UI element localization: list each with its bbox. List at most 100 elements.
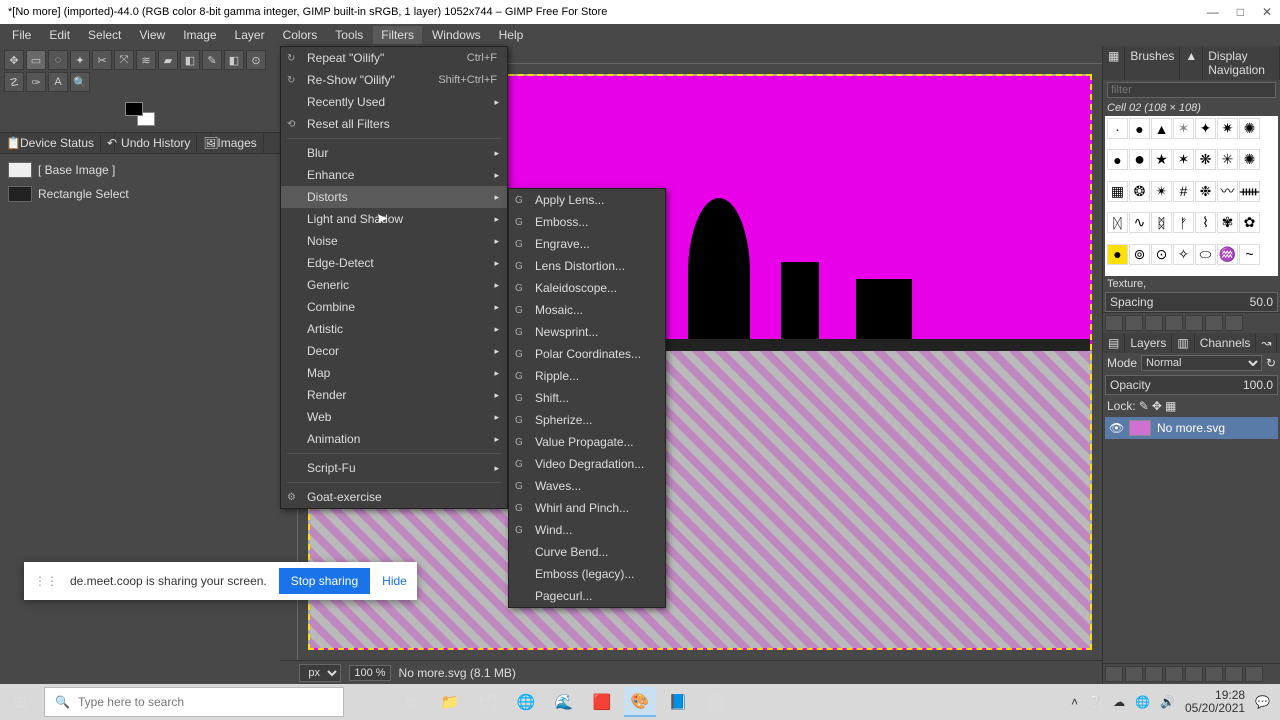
minimize-button[interactable]: — bbox=[1207, 5, 1219, 19]
unit-select[interactable]: px bbox=[299, 664, 341, 682]
menu-image[interactable]: Image bbox=[175, 26, 224, 44]
transform-tool[interactable]: ⤧ bbox=[114, 50, 134, 70]
menuitem-shift-[interactable]: GShift... bbox=[509, 387, 665, 409]
menuitem-reset-all-filters[interactable]: ⟲Reset all Filters bbox=[281, 113, 507, 135]
taskview-icon[interactable]: ⧉ bbox=[396, 687, 428, 717]
brushes-tab-icon[interactable]: ▦ bbox=[1103, 46, 1125, 80]
layers-tab[interactable]: Layers bbox=[1125, 333, 1172, 353]
menu-colors[interactable]: Colors bbox=[275, 26, 326, 44]
menuitem-newsprint-[interactable]: GNewsprint... bbox=[509, 321, 665, 343]
fg-color[interactable] bbox=[125, 102, 143, 116]
notifications-icon[interactable]: 💬 bbox=[1255, 695, 1270, 709]
menuitem-goat-exercise[interactable]: ⚙Goat-exercise bbox=[281, 486, 507, 508]
explorer-icon[interactable]: 📁 bbox=[434, 687, 466, 717]
menu-view[interactable]: View bbox=[131, 26, 173, 44]
layers-tab-icon[interactable]: ▤ bbox=[1103, 333, 1125, 353]
chrome-icon[interactable]: 🌐 bbox=[510, 687, 542, 717]
smudge-tool[interactable]: ☡ bbox=[4, 72, 24, 92]
volume-icon[interactable]: 🔊 bbox=[1160, 695, 1175, 709]
mode-select[interactable]: Normal bbox=[1141, 355, 1262, 371]
menuitem-map[interactable]: Map▸ bbox=[281, 362, 507, 384]
gimp-icon[interactable]: 🎨 bbox=[624, 687, 656, 717]
pencil-tool[interactable]: ✎ bbox=[202, 50, 222, 70]
brush-grid[interactable]: ·●▲✶✦✷✺ ●●★✶❋✳✺ ▦❂✴#❉〰ᚔ ᛞ∿ᛥᚠ⌇✾✿ ●⊚⊙✧⬭♒~ bbox=[1105, 116, 1278, 276]
menuitem-video-degradation-[interactable]: GVideo Degradation... bbox=[509, 453, 665, 475]
menuitem-combine[interactable]: Combine▸ bbox=[281, 296, 507, 318]
mode-reset-icon[interactable]: ↻ bbox=[1266, 356, 1276, 370]
menu-help[interactable]: Help bbox=[491, 26, 532, 44]
history-base[interactable]: [ Base Image ] bbox=[4, 158, 276, 182]
paths-tab-icon[interactable]: ↝ bbox=[1256, 333, 1277, 353]
menuitem-edge-detect[interactable]: Edge-Detect▸ bbox=[281, 252, 507, 274]
menuitem-lens-distortion-[interactable]: GLens Distortion... bbox=[509, 255, 665, 277]
menuitem-polar-coordinates-[interactable]: GPolar Coordinates... bbox=[509, 343, 665, 365]
menuitem-re-show-oilify-[interactable]: ↻Re-Show "Oilify"Shift+Ctrl+F bbox=[281, 69, 507, 91]
menuitem-blur[interactable]: Blur▸ bbox=[281, 142, 507, 164]
menuitem-light-and-shadow[interactable]: Light and Shadow▸ bbox=[281, 208, 507, 230]
brushes-tab[interactable]: Brushes bbox=[1125, 46, 1180, 80]
rect-select-tool[interactable]: ▭ bbox=[26, 50, 46, 70]
hide-button[interactable]: Hide bbox=[382, 574, 407, 588]
app-icon[interactable]: 🟥 bbox=[586, 687, 618, 717]
fuzzy-select-tool[interactable]: ✦ bbox=[70, 50, 90, 70]
undo-history-icon[interactable]: ↶ bbox=[101, 133, 115, 153]
clone-tool[interactable]: ⊙ bbox=[246, 50, 266, 70]
menuitem-render[interactable]: Render▸ bbox=[281, 384, 507, 406]
warp-tool[interactable]: ≋ bbox=[136, 50, 156, 70]
brush-filter-input[interactable] bbox=[1107, 82, 1276, 98]
menuitem-emboss-legacy-[interactable]: Emboss (legacy)... bbox=[509, 563, 665, 585]
taskbar-search[interactable]: 🔍 Type here to search bbox=[44, 687, 344, 717]
opacity-field[interactable]: Opacity 100.0 bbox=[1105, 375, 1278, 395]
menuitem-ripple-[interactable]: GRipple... bbox=[509, 365, 665, 387]
bucket-tool[interactable]: ▰ bbox=[158, 50, 178, 70]
menu-edit[interactable]: Edit bbox=[41, 26, 78, 44]
stop-sharing-button[interactable]: Stop sharing bbox=[279, 568, 370, 594]
menuitem-script-fu[interactable]: Script-Fu▸ bbox=[281, 457, 507, 479]
text-tool[interactable]: A bbox=[48, 72, 68, 92]
menuitem-pagecurl-[interactable]: Pagecurl... bbox=[509, 585, 665, 607]
menuitem-web[interactable]: Web▸ bbox=[281, 406, 507, 428]
menu-tools[interactable]: Tools bbox=[327, 26, 371, 44]
menuitem-emboss-[interactable]: GEmboss... bbox=[509, 211, 665, 233]
menuitem-distorts[interactable]: Distorts▸ bbox=[281, 186, 507, 208]
menuitem-animation[interactable]: Animation▸ bbox=[281, 428, 507, 450]
channels-tab[interactable]: Channels bbox=[1195, 333, 1257, 353]
clock[interactable]: 19:28 05/20/2021 bbox=[1185, 689, 1245, 715]
device-status-tab-icon[interactable]: 📋 bbox=[0, 133, 14, 153]
folder-icon[interactable]: 🗂 bbox=[472, 687, 504, 717]
menuitem-generic[interactable]: Generic▸ bbox=[281, 274, 507, 296]
menuitem-repeat-oilify-[interactable]: ↻Repeat "Oilify"Ctrl+F bbox=[281, 47, 507, 69]
menuitem-wind-[interactable]: GWind... bbox=[509, 519, 665, 541]
nav-tab-icon[interactable]: ▲ bbox=[1180, 46, 1203, 80]
menuitem-enhance[interactable]: Enhance▸ bbox=[281, 164, 507, 186]
drag-handle-icon[interactable]: ⋮⋮ bbox=[34, 574, 58, 588]
menu-windows[interactable]: Windows bbox=[424, 26, 489, 44]
edge-icon[interactable]: 🌊 bbox=[548, 687, 580, 717]
free-select-tool[interactable]: ◌ bbox=[48, 50, 68, 70]
menuitem-decor[interactable]: Decor▸ bbox=[281, 340, 507, 362]
menu-select[interactable]: Select bbox=[80, 26, 129, 44]
menuitem-apply-lens-[interactable]: GApply Lens... bbox=[509, 189, 665, 211]
spacing-field[interactable]: Spacing 50.0 bbox=[1105, 292, 1278, 312]
tray-overflow-icon[interactable]: ˄ bbox=[1071, 695, 1078, 709]
zoom-tool[interactable]: 🔍 bbox=[70, 72, 90, 92]
layer-row[interactable]: 👁 No more.svg bbox=[1105, 417, 1278, 439]
menuitem-mosaic-[interactable]: GMosaic... bbox=[509, 299, 665, 321]
move-tool[interactable]: ✥ bbox=[4, 50, 24, 70]
menuitem-engrave-[interactable]: GEngrave... bbox=[509, 233, 665, 255]
brush-btn[interactable] bbox=[1105, 315, 1123, 331]
eraser-tool[interactable]: ◧ bbox=[224, 50, 244, 70]
word-icon[interactable]: 📘 bbox=[662, 687, 694, 717]
menuitem-spherize-[interactable]: GSpherize... bbox=[509, 409, 665, 431]
visibility-icon[interactable]: 👁 bbox=[1109, 421, 1123, 435]
history-rect-select[interactable]: Rectangle Select bbox=[4, 182, 276, 206]
device-status-tab[interactable]: Device Status bbox=[14, 133, 101, 153]
menu-filters[interactable]: Filters bbox=[373, 26, 422, 44]
photos-icon[interactable]: 🖼 bbox=[700, 687, 732, 717]
path-tool[interactable]: ✑ bbox=[26, 72, 46, 92]
gradient-tool[interactable]: ◧ bbox=[180, 50, 200, 70]
help-icon[interactable]: ❔ bbox=[1088, 695, 1103, 709]
menuitem-kaleidoscope-[interactable]: GKaleidoscope... bbox=[509, 277, 665, 299]
onedrive-icon[interactable]: ☁ bbox=[1113, 695, 1125, 709]
close-button[interactable]: ✕ bbox=[1262, 5, 1272, 19]
